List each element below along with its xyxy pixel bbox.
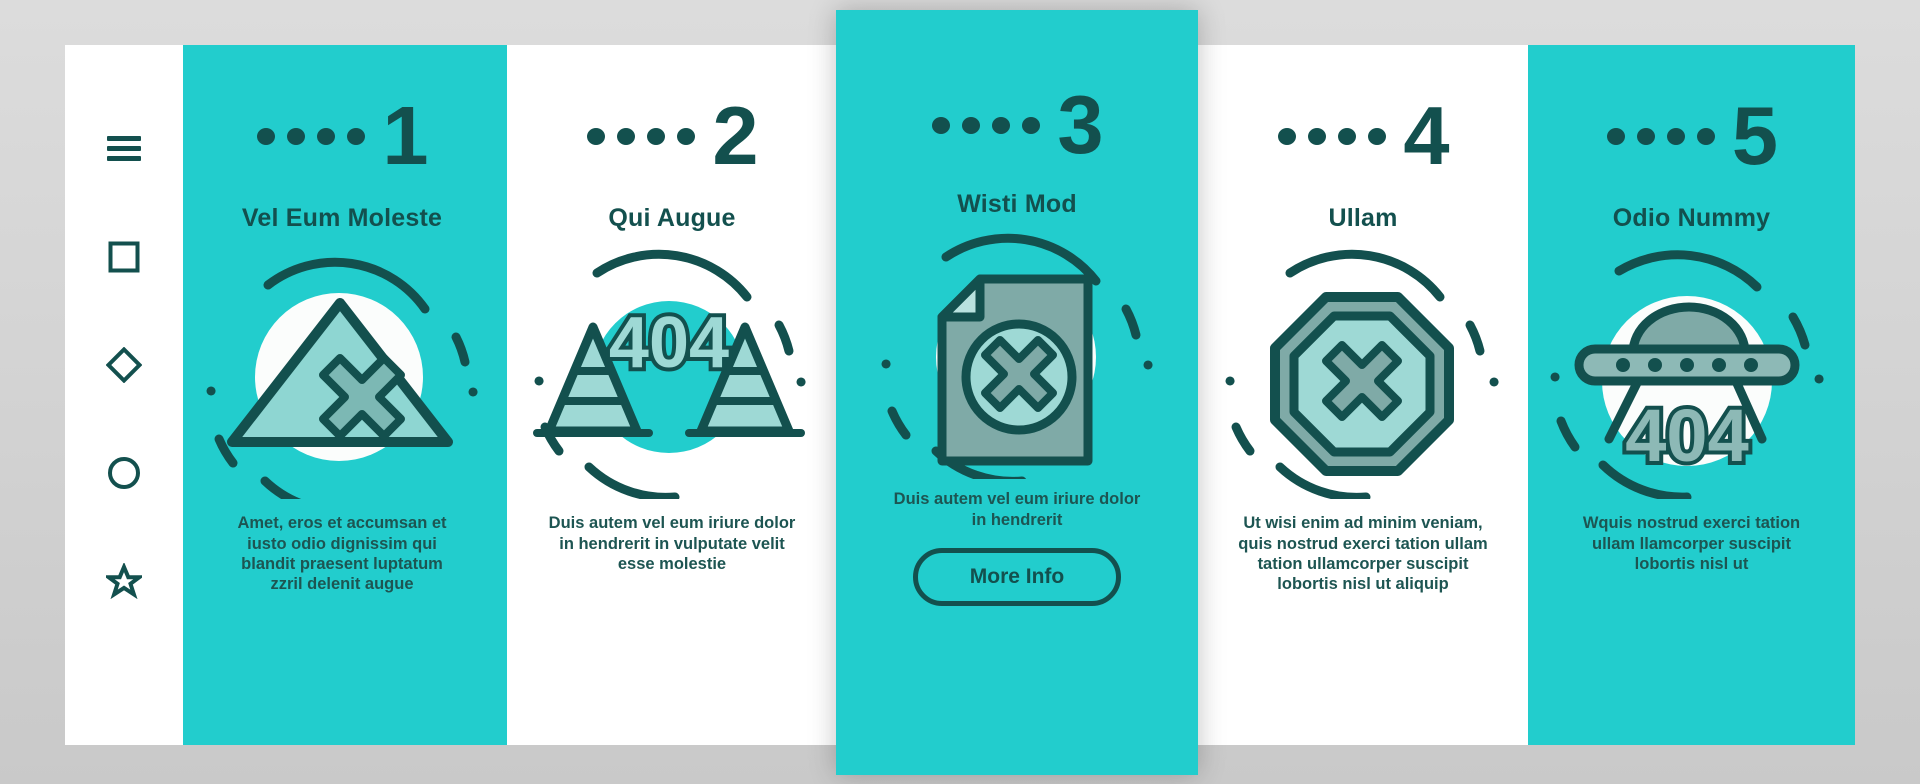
step-indicator-2: 2	[587, 89, 759, 182]
more-info-button[interactable]: More Info	[913, 547, 1121, 606]
step-indicator-1: 1	[257, 89, 429, 182]
step-dot	[1022, 116, 1041, 134]
step-number: 2	[712, 89, 758, 182]
step-dot	[347, 127, 366, 145]
panel-title: Vel Eum Moleste	[241, 204, 443, 233]
step-dot	[1696, 127, 1715, 145]
step-number: 4	[1403, 89, 1449, 182]
onboarding-panel-1[interactable]: 1 Vel Eum Moleste Amet, eros et accumsan…	[177, 45, 507, 745]
step-indicator-5: 5	[1606, 89, 1778, 182]
panel-body-text: Ut wisi enim ad minim veniam, quis nostr…	[1238, 514, 1488, 594]
step-dot	[587, 127, 606, 145]
cone-404-label: 404	[609, 303, 729, 383]
circle-icon[interactable]	[104, 453, 144, 493]
step-number: 3	[1057, 78, 1103, 171]
onboarding-panel-5[interactable]: 5 Odio Nummy 404 Wquis nostrud exerci ta…	[1528, 45, 1855, 745]
panel-body-text: Amet, eros et accumsan et iusto odio dig…	[237, 514, 447, 594]
panel-body-text: Wquis nostrud exerci tation ullam llamco…	[1582, 514, 1801, 573]
sidebar	[65, 45, 183, 745]
panel-body-text: Duis autem vel eum iriure dolor in hendr…	[548, 514, 796, 573]
step-number: 5	[1731, 89, 1778, 182]
step-dot	[932, 116, 951, 134]
step-dot	[1606, 127, 1625, 145]
panel-title: Qui Augue	[608, 204, 736, 233]
onboarding-panel-2[interactable]: 2 Qui Augue 404 Duis autem vel eum iriur…	[507, 45, 837, 745]
step-dot	[257, 127, 276, 145]
step-dot	[1308, 127, 1327, 145]
step-dot	[1368, 127, 1387, 145]
step-indicator-4: 4	[1278, 89, 1450, 182]
panel-title: Odio Nummy	[1612, 204, 1771, 233]
panel-title: Ullam	[1328, 204, 1398, 233]
step-dot	[1666, 127, 1685, 145]
octagon-stop-x-icon	[1213, 249, 1513, 500]
diamond-icon[interactable]	[104, 345, 144, 385]
ufo-404-label: 404	[1625, 394, 1748, 477]
ufo-404-icon: 404	[1542, 249, 1842, 500]
onboarding-panel-4[interactable]: 4 Ullam Ut wisi enim ad minim veniam, qu…	[1198, 45, 1528, 745]
step-dot	[647, 127, 666, 145]
step-dot	[287, 127, 306, 145]
square-icon[interactable]	[104, 237, 144, 277]
document-error-x-icon	[867, 229, 1167, 480]
step-dot	[962, 116, 981, 134]
step-indicator-3: 3	[932, 78, 1104, 171]
step-dot	[1636, 127, 1655, 145]
step-dot	[1338, 127, 1357, 145]
step-dot	[992, 116, 1011, 134]
star-icon[interactable]	[104, 561, 144, 601]
step-number: 1	[382, 89, 428, 182]
panel-title: Wisti Mod	[957, 190, 1077, 219]
step-dot	[677, 127, 696, 145]
onboarding-screens-stage: 1 Vel Eum Moleste Amet, eros et accumsan…	[0, 0, 1920, 784]
step-dot	[1278, 127, 1297, 145]
step-dot	[317, 127, 336, 145]
traffic-cones-404-icon: 404	[522, 249, 822, 500]
step-dot	[617, 127, 636, 145]
menu-icon[interactable]	[104, 129, 144, 169]
warning-triangle-x-icon	[192, 249, 492, 500]
panel-body-text: Duis autem vel eum iriure dolor in hendr…	[893, 490, 1141, 529]
onboarding-panel-3-featured[interactable]: 3 Wisti Mod Duis autem vel eum iriure do…	[836, 10, 1198, 775]
